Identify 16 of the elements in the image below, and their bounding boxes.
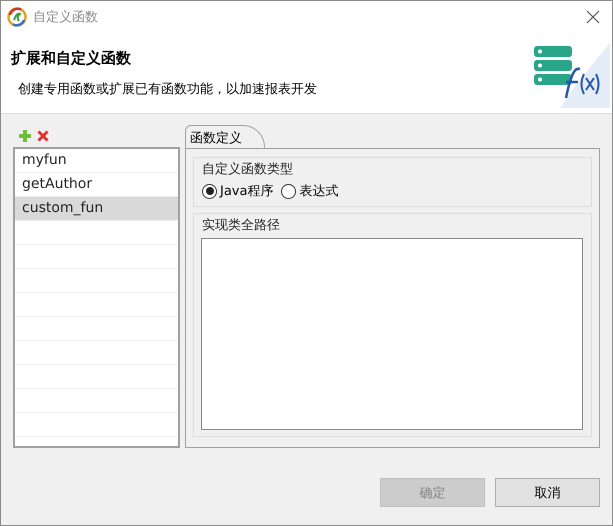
group-title: 实现类全路径 — [202, 217, 281, 235]
radio-label[interactable]: Java程序 — [220, 182, 274, 200]
group-title: 自定义函数类型 — [202, 161, 294, 179]
function-list-item[interactable]: myfun — [15, 149, 178, 173]
header-title: 扩展和自定义函数 — [11, 48, 132, 68]
dialog-button[interactable]: 取消 — [495, 478, 600, 507]
function-list-item[interactable]: custom_fun — [15, 197, 178, 221]
tab[interactable]: 函数定义 — [185, 125, 265, 148]
header-description: 创建专用函数或扩展已有函数功能，以加速报表开发 — [17, 80, 317, 98]
app-logo-icon — [7, 7, 27, 27]
radio-label[interactable]: 表达式 — [299, 182, 338, 200]
radio-button[interactable] — [202, 184, 217, 198]
close-icon[interactable] — [586, 10, 600, 24]
window-title: 自定义函数 — [33, 9, 99, 26]
delete-icon[interactable] — [37, 130, 49, 142]
radio-button[interactable] — [281, 184, 296, 198]
